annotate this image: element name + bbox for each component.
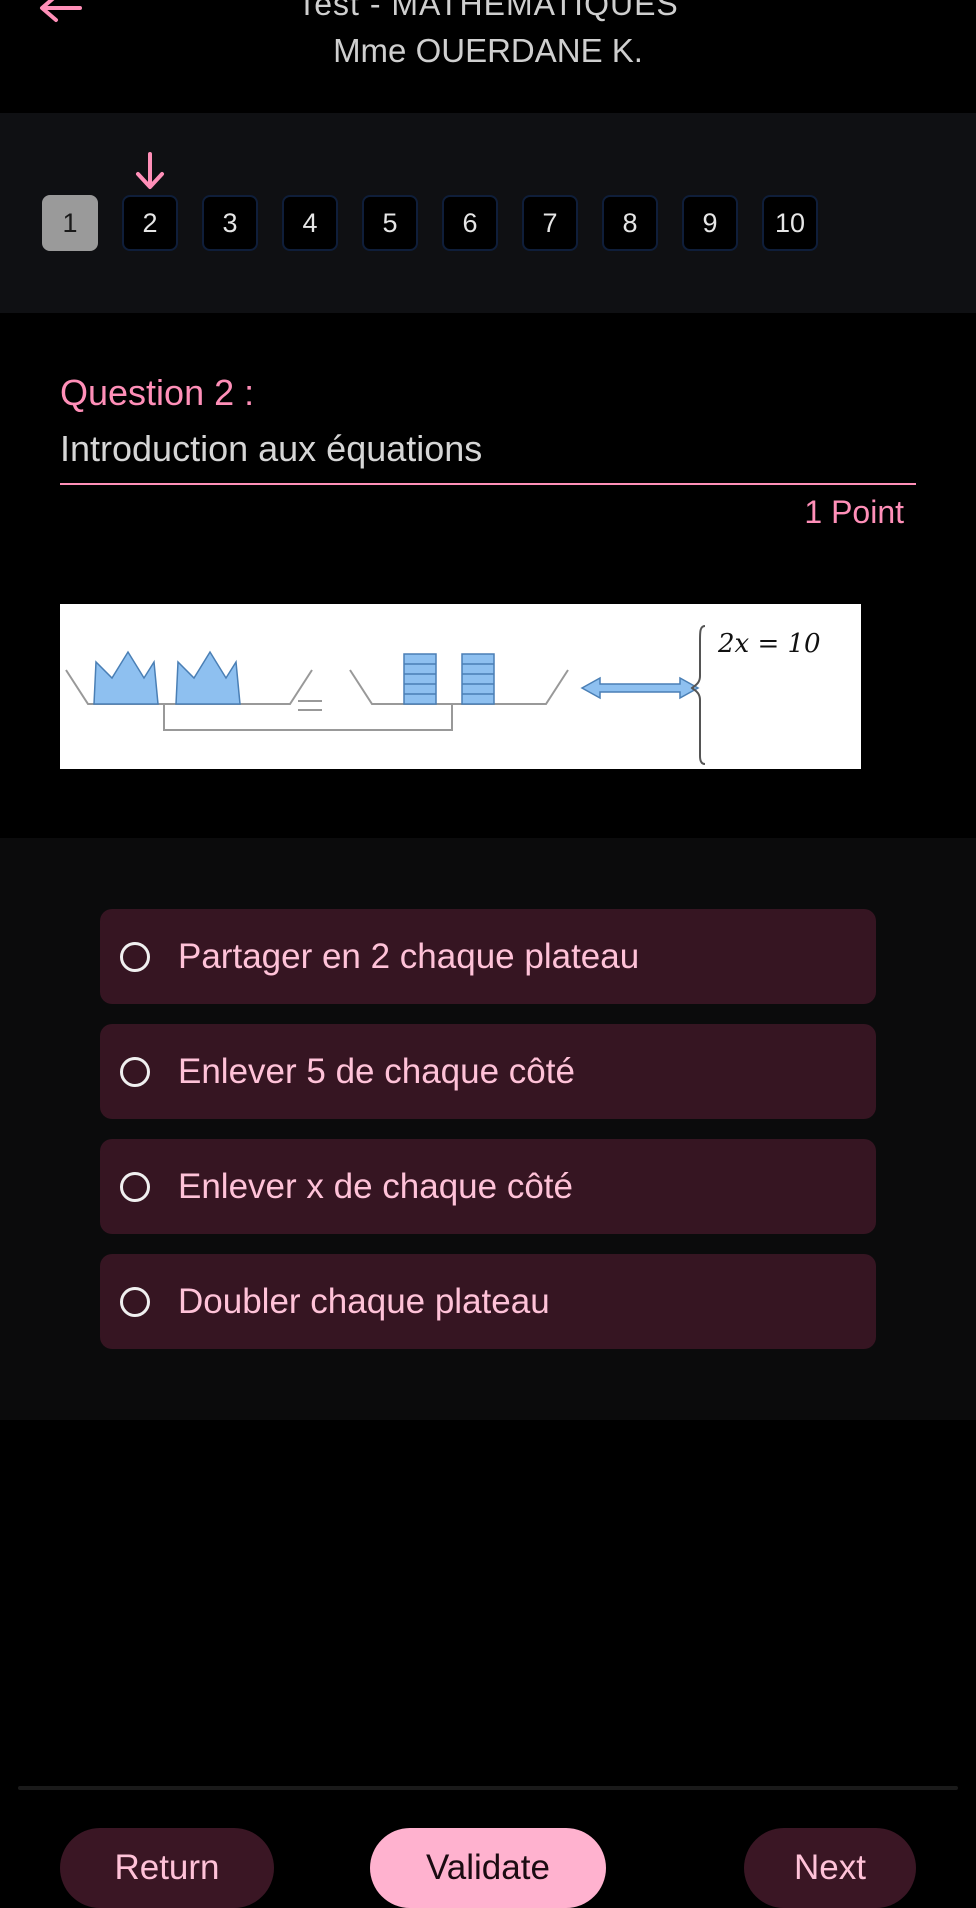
footer-divider bbox=[18, 1786, 958, 1790]
arrow-down-icon bbox=[134, 152, 166, 192]
question-button-10[interactable]: 10 bbox=[762, 195, 818, 251]
test-title: Test - MATHEMATIQUES bbox=[297, 0, 679, 22]
question-button-2[interactable]: 2 bbox=[122, 195, 178, 251]
answer-option-3[interactable]: Enlever x de chaque côté bbox=[100, 1139, 876, 1234]
answer-option-4[interactable]: Doubler chaque plateau bbox=[100, 1254, 876, 1349]
header: Test - MATHEMATIQUES Mme OUERDANE K. bbox=[0, 0, 976, 113]
answer-label: Partager en 2 chaque plateau bbox=[178, 936, 640, 976]
question-button-3[interactable]: 3 bbox=[202, 195, 258, 251]
question-button-6[interactable]: 6 bbox=[442, 195, 498, 251]
question-label: Question 2 : bbox=[60, 372, 255, 413]
radio-icon[interactable] bbox=[120, 1171, 150, 1202]
validate-button[interactable]: Validate bbox=[370, 1828, 606, 1908]
question-title: Introduction aux équations bbox=[60, 428, 483, 469]
answer-option-2[interactable]: Enlever 5 de chaque côté bbox=[100, 1024, 876, 1119]
question-button-8[interactable]: 8 bbox=[602, 195, 658, 251]
answer-label: Enlever x de chaque côté bbox=[178, 1166, 573, 1206]
question-button-9[interactable]: 9 bbox=[682, 195, 738, 251]
question-button-1[interactable]: 1 bbox=[42, 195, 98, 251]
question-button-4[interactable]: 4 bbox=[282, 195, 338, 251]
question-button-5[interactable]: 5 bbox=[362, 195, 418, 251]
answer-label: Enlever 5 de chaque côté bbox=[178, 1051, 575, 1091]
radio-icon[interactable] bbox=[120, 1056, 150, 1087]
return-button[interactable]: Return bbox=[60, 1828, 274, 1908]
question-image: 2x = 10 bbox=[60, 604, 861, 769]
equation-text: 2x = 10 bbox=[717, 629, 821, 659]
answer-label: Doubler chaque plateau bbox=[178, 1281, 550, 1321]
teacher-name: Mme OUERDANE K. bbox=[333, 32, 643, 69]
answer-option-1[interactable]: Partager en 2 chaque plateau bbox=[100, 909, 876, 1004]
question-button-7[interactable]: 7 bbox=[522, 195, 578, 251]
answers-panel: Partager en 2 chaque plateau Enlever 5 d… bbox=[0, 838, 976, 1420]
radio-icon[interactable] bbox=[120, 1286, 150, 1317]
next-button[interactable]: Next bbox=[744, 1828, 916, 1908]
question-divider bbox=[60, 483, 916, 485]
question-points: 1 Point bbox=[804, 494, 904, 530]
radio-icon[interactable] bbox=[120, 941, 150, 972]
